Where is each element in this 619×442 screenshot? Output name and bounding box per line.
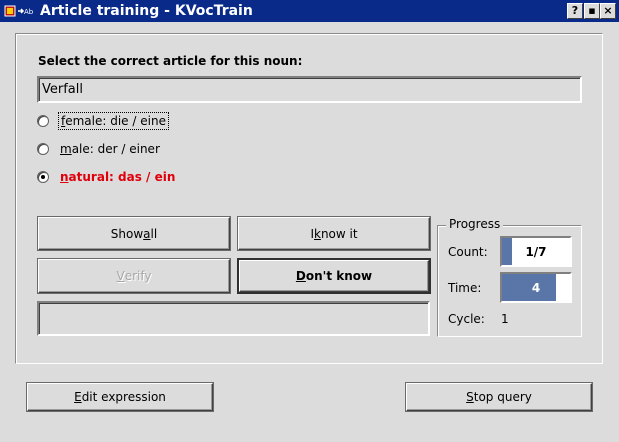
time-value: 4 [531, 280, 541, 295]
time-progress-bar: 4 [500, 272, 572, 303]
show-all-button[interactable]: Show a ll [38, 217, 230, 250]
cycle-label: Cycle: [448, 312, 485, 326]
prompt-label: Select the correct article for this noun… [38, 54, 303, 68]
dont-know-button[interactable]: Don't know [239, 260, 429, 292]
close-button[interactable]: × [600, 3, 616, 19]
option-male-label: male: der / einer [60, 142, 160, 156]
svg-text:Ab: Ab [24, 8, 34, 16]
cycle-value: 1 [501, 312, 509, 326]
radio-button[interactable] [37, 115, 49, 127]
count-label: Count: [448, 245, 488, 259]
count-progress-bar: 1/7 [500, 236, 572, 267]
verify-button[interactable]: Verify [38, 259, 230, 293]
status-field [37, 301, 430, 336]
stop-query-button[interactable]: Stop query [406, 383, 592, 411]
option-natural[interactable]: natural: das / ein [37, 168, 177, 186]
radio-button[interactable] [37, 143, 49, 155]
progress-title: Progress [446, 217, 504, 231]
time-label: Time: [448, 281, 482, 295]
noun-field[interactable]: Verfall [37, 76, 582, 103]
help-button[interactable]: ? [567, 3, 583, 19]
minimize-button[interactable]: ▪ [584, 3, 600, 19]
window-title: Article training - KVocTrain [40, 3, 253, 19]
option-female-label: female: die / eine [58, 112, 169, 130]
count-value: 1/7 [525, 244, 547, 259]
option-natural-label: natural: das / ein [60, 170, 176, 184]
app-icon: Ab [4, 5, 34, 17]
edit-expression-button[interactable]: Edit expression [27, 383, 213, 411]
option-male[interactable]: male: der / einer [37, 140, 162, 158]
title-bar[interactable]: Ab Article training - KVocTrain ? ▪ × [0, 0, 619, 22]
radio-button-selected[interactable] [37, 171, 49, 183]
i-know-it-button[interactable]: I k now it [238, 217, 430, 250]
option-female[interactable]: female: die / eine [37, 112, 169, 130]
